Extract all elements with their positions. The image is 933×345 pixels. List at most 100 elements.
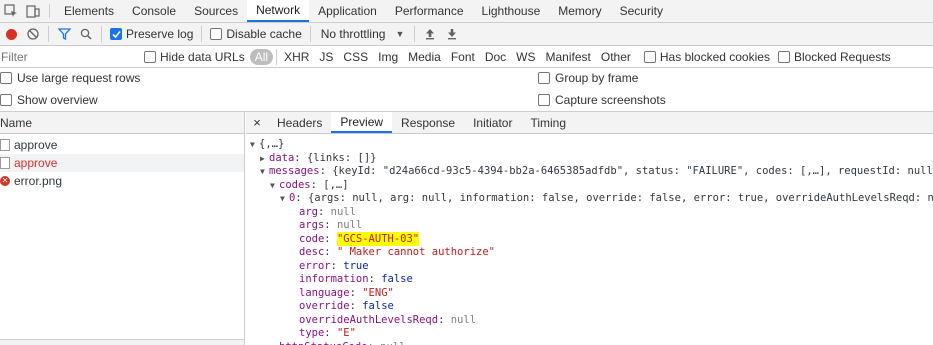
- toolbar-divider: [48, 26, 49, 42]
- filter-divider: [276, 48, 278, 65]
- filter-type-all[interactable]: All: [249, 48, 274, 65]
- large-rows-checkbox[interactable]: Use large request rows: [0, 71, 140, 85]
- filter-type-css[interactable]: CSS: [339, 49, 372, 65]
- toolbar-divider: [101, 26, 102, 42]
- tree-root[interactable]: ▼ {,…}: [246, 138, 933, 152]
- request-row[interactable]: ✕ error.png: [0, 172, 244, 190]
- filter-type-other[interactable]: Other: [597, 49, 635, 65]
- tree-field-override: override: false: [299, 300, 394, 312]
- network-toolbar: Preserve log Disable cache No throttling…: [0, 23, 933, 46]
- field-key: information: [299, 273, 369, 285]
- close-icon[interactable]: ×: [246, 112, 268, 133]
- request-row[interactable]: approve: [0, 136, 244, 154]
- tab-lighthouse[interactable]: Lighthouse: [473, 0, 550, 22]
- tree-field-language: language: "ENG": [299, 286, 394, 299]
- detail-tab-initiator[interactable]: Initiator: [464, 112, 521, 133]
- show-overview-checkbox[interactable]: Show overview: [0, 93, 98, 107]
- tree-field-information: information: false: [299, 273, 413, 285]
- field-key: code: [299, 232, 325, 245]
- filter-bar: Hide data URLs All XHR JS CSS Img Media …: [0, 46, 933, 68]
- collapsed-triangle-icon: ▶: [260, 153, 265, 163]
- tab-elements[interactable]: Elements: [55, 0, 123, 22]
- field-key: desc: [299, 246, 325, 258]
- tree-node-item-0[interactable]: ▼ 0: {args: null, arg: null, information:…: [246, 192, 933, 206]
- clear-icon: [27, 28, 39, 40]
- record-icon: [5, 28, 17, 40]
- disable-cache-label: Disable cache: [226, 27, 302, 41]
- inspect-element-icon[interactable]: [0, 0, 22, 22]
- filter-toggle-button[interactable]: [53, 23, 75, 45]
- filter-input[interactable]: [0, 46, 140, 67]
- tree-node-messages[interactable]: ▼ messages: {keyId: "d24a66cd-93c5-4394-b…: [246, 165, 933, 179]
- checkbox-unchecked-icon: [0, 94, 12, 106]
- tab-sources[interactable]: Sources: [185, 0, 247, 22]
- checkbox-unchecked-icon: [144, 50, 156, 63]
- field-value: false: [362, 300, 394, 312]
- expanded-triangle-icon: ▼: [260, 167, 265, 176]
- field-value: null: [330, 205, 356, 218]
- throttling-select[interactable]: No throttling ▼: [315, 27, 411, 41]
- large-rows-label: Use large request rows: [17, 71, 141, 85]
- record-button[interactable]: [0, 23, 22, 45]
- blocked-requests-label: Blocked Requests: [793, 49, 891, 64]
- capture-screenshots-checkbox[interactable]: Capture screenshots: [538, 93, 666, 107]
- group-by-frame-checkbox[interactable]: Group by frame: [538, 71, 638, 85]
- field-value: null: [450, 313, 477, 326]
- filter-type-doc[interactable]: Doc: [481, 49, 510, 65]
- document-icon: [0, 139, 10, 151]
- detail-tab-timing[interactable]: Timing: [521, 112, 575, 133]
- field-value: true: [343, 259, 369, 272]
- detail-tabbar: × Headers Preview Response Initiator Tim…: [246, 112, 933, 134]
- name-column-header[interactable]: Name: [0, 112, 244, 134]
- error-icon: ✕: [0, 176, 10, 186]
- expanded-triangle-icon: ▼: [270, 180, 275, 190]
- tree-field-type: type: "E": [299, 327, 356, 339]
- chevron-down-icon: ▼: [395, 29, 405, 39]
- has-blocked-cookies-checkbox[interactable]: Has blocked cookies: [640, 50, 774, 64]
- filter-type-img[interactable]: Img: [374, 49, 402, 65]
- detail-tab-headers[interactable]: Headers: [268, 112, 331, 133]
- filter-type-font[interactable]: Font: [447, 49, 479, 65]
- summary-status-bar: [0, 339, 244, 345]
- toolbar-divider: [309, 26, 311, 42]
- filter-type-media[interactable]: Media: [404, 49, 445, 65]
- tab-performance[interactable]: Performance: [386, 0, 473, 22]
- filter-type-ws[interactable]: WS: [512, 49, 539, 65]
- blocked-requests-checkbox[interactable]: Blocked Requests: [774, 50, 895, 64]
- request-row-selected[interactable]: approve: [0, 154, 244, 172]
- request-list: Name approve approve ✕ error.png: [0, 112, 245, 345]
- hide-data-urls-label: Hide data URLs: [160, 49, 245, 64]
- tab-application[interactable]: Application: [309, 0, 386, 22]
- hide-data-urls-checkbox[interactable]: Hide data URLs: [140, 50, 249, 64]
- tree-field-code: code: "GCS-AUTH-03": [299, 231, 420, 246]
- clear-button[interactable]: [22, 23, 44, 45]
- tab-console[interactable]: Console: [123, 0, 185, 22]
- preserve-log-label: Preserve log: [126, 27, 194, 41]
- tree-node-data[interactable]: ▶ data: {links: []}: [246, 152, 933, 166]
- filter-type-xhr[interactable]: XHR: [280, 49, 313, 65]
- search-button[interactable]: [75, 23, 97, 45]
- disable-cache-checkbox[interactable]: Disable cache: [206, 27, 305, 41]
- tree-field-desc: desc: " Maker cannot authorize": [299, 246, 495, 258]
- detail-tab-response[interactable]: Response: [392, 112, 464, 133]
- detail-tab-preview[interactable]: Preview: [331, 112, 393, 133]
- tab-security[interactable]: Security: [611, 0, 672, 22]
- field-value: false: [381, 273, 413, 285]
- filter-type-manifest[interactable]: Manifest: [542, 49, 595, 65]
- tab-network[interactable]: Network: [247, 0, 310, 22]
- import-har-button[interactable]: [419, 23, 441, 45]
- preserve-log-checkbox[interactable]: Preserve log: [106, 27, 197, 41]
- devtools-tabbar: Elements Console Sources Network Applica…: [0, 0, 933, 23]
- field-value: null: [336, 219, 363, 231]
- tab-memory[interactable]: Memory: [549, 0, 610, 22]
- field-key: args: [299, 219, 325, 231]
- tree-node-codes[interactable]: ▼ codes: [,…]: [246, 179, 933, 193]
- tree-field-arg: arg: null: [299, 205, 356, 218]
- field-key: error: [299, 259, 331, 272]
- device-toolbar-icon[interactable]: [22, 0, 44, 22]
- field-key: overrideAuthLevelsReqd: [299, 313, 439, 326]
- filter-type-js[interactable]: JS: [315, 49, 337, 65]
- group-by-frame-label: Group by frame: [555, 71, 639, 85]
- export-har-button[interactable]: [441, 23, 463, 45]
- expanded-triangle-icon: ▼: [280, 194, 285, 203]
